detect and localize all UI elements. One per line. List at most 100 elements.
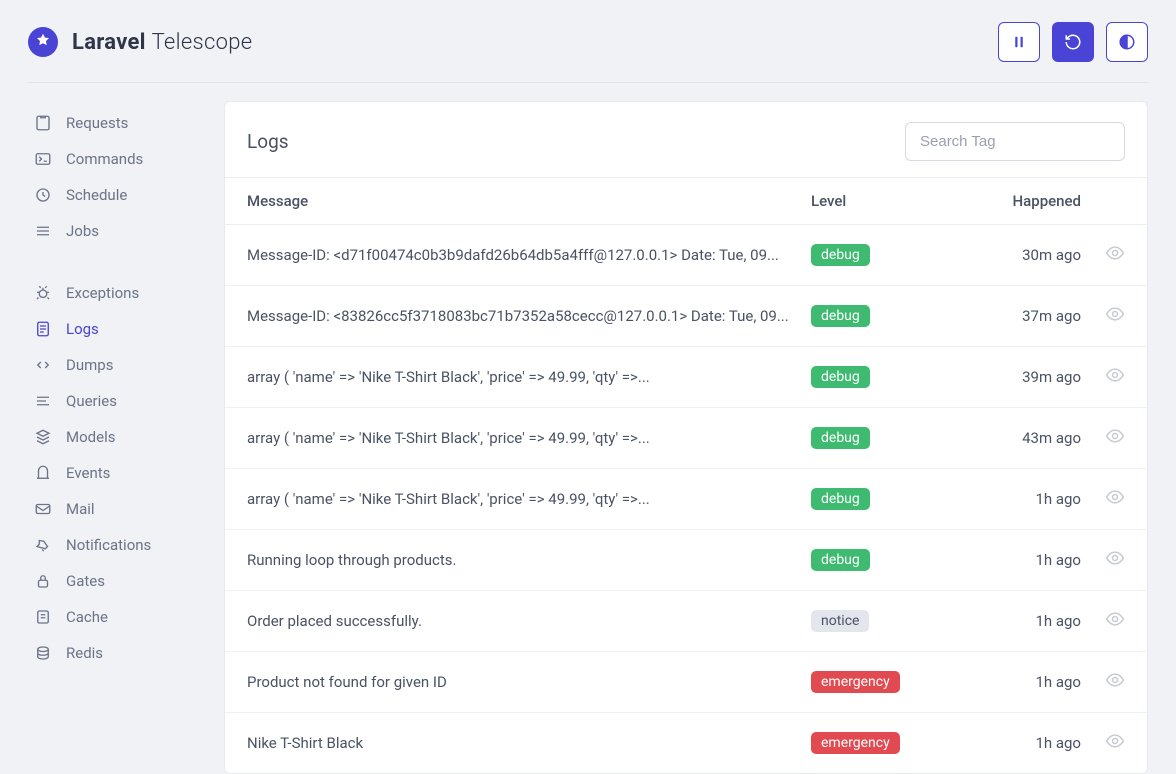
col-happened: Happened	[941, 192, 1081, 210]
sidebar-item-redis[interactable]: Redis	[28, 635, 200, 671]
sidebar-item-events[interactable]: Events	[28, 455, 200, 491]
sidebar-item-label: Requests	[66, 114, 128, 132]
bug-icon	[34, 284, 52, 302]
row-happened: 43m ago	[941, 429, 1081, 447]
sidebar-item-label: Gates	[66, 572, 105, 590]
bell-icon	[34, 536, 52, 554]
level-badge: emergency	[811, 671, 900, 693]
view-icon[interactable]	[1081, 243, 1125, 267]
view-icon[interactable]	[1081, 426, 1125, 450]
row-happened: 1h ago	[941, 734, 1081, 752]
terminal-icon	[34, 150, 52, 168]
table-row: array ( 'name' => 'Nike T-Shirt Black', …	[225, 347, 1147, 408]
table-row: Message-ID: <83826cc5f3718083bc71b7352a5…	[225, 286, 1147, 347]
sidebar-item-schedule[interactable]: Schedule	[28, 177, 200, 213]
view-icon[interactable]	[1081, 609, 1125, 633]
view-icon[interactable]	[1081, 731, 1125, 755]
lock-icon	[34, 572, 52, 590]
sidebar-item-requests[interactable]: Requests	[28, 105, 200, 141]
header: Laravel Telescope	[28, 0, 1148, 83]
sidebar-item-dumps[interactable]: Dumps	[28, 347, 200, 383]
clock-icon	[34, 186, 52, 204]
row-message: Order placed successfully.	[247, 612, 811, 630]
row-message: Product not found for given ID	[247, 673, 811, 691]
jobs-icon	[34, 222, 52, 240]
row-happened: 37m ago	[941, 307, 1081, 325]
sidebar-item-queries[interactable]: Queries	[28, 383, 200, 419]
table-row: Order placed successfully.notice 1h ago	[225, 591, 1147, 652]
telescope-logo-icon	[28, 27, 58, 57]
level-badge: debug	[811, 488, 870, 510]
level-badge: debug	[811, 366, 870, 388]
row-message: Running loop through products.	[247, 551, 811, 569]
row-happened: 39m ago	[941, 368, 1081, 386]
refresh-button[interactable]	[1052, 22, 1094, 62]
sidebar-item-models[interactable]: Models	[28, 419, 200, 455]
row-message: array ( 'name' => 'Nike T-Shirt Black', …	[247, 490, 811, 508]
sidebar-item-logs[interactable]: Logs	[28, 311, 200, 347]
sidebar-item-cache[interactable]: Cache	[28, 599, 200, 635]
view-icon[interactable]	[1081, 487, 1125, 511]
events-icon	[34, 464, 52, 482]
sidebar-item-exceptions[interactable]: Exceptions	[28, 275, 200, 311]
sidebar-item-mail[interactable]: Mail	[28, 491, 200, 527]
brand[interactable]: Laravel Telescope	[28, 27, 252, 57]
level-badge: debug	[811, 427, 870, 449]
redis-icon	[34, 644, 52, 662]
table-body: Message-ID: <d71f00474c0b3b9dafd26b64db5…	[225, 225, 1147, 773]
level-badge: notice	[811, 610, 869, 632]
view-icon[interactable]	[1081, 365, 1125, 389]
view-icon[interactable]	[1081, 304, 1125, 328]
table-row: Running loop through products.debug 1h ag…	[225, 530, 1147, 591]
queries-icon	[34, 392, 52, 410]
brand-title: Laravel Telescope	[72, 30, 252, 55]
requests-icon	[34, 114, 52, 132]
col-message: Message	[247, 192, 811, 210]
view-icon[interactable]	[1081, 670, 1125, 694]
sidebar-item-label: Events	[66, 464, 110, 482]
code-icon	[34, 356, 52, 374]
sidebar-item-gates[interactable]: Gates	[28, 563, 200, 599]
sidebar-item-label: Cache	[66, 608, 108, 626]
row-happened: 1h ago	[941, 551, 1081, 569]
search-input[interactable]	[905, 122, 1125, 161]
theme-button[interactable]	[1106, 22, 1148, 62]
level-badge: debug	[811, 549, 870, 571]
row-message: Message-ID: <83826cc5f3718083bc71b7352a5…	[247, 307, 811, 325]
sidebar: Requests Commands Schedule Jobs Exceptions Lo…	[28, 101, 200, 697]
sidebar-item-label: Logs	[66, 320, 99, 338]
panel-title: Logs	[247, 130, 289, 153]
sidebar-item-label: Models	[66, 428, 115, 446]
row-happened: 1h ago	[941, 673, 1081, 691]
level-badge: emergency	[811, 732, 900, 754]
row-happened: 1h ago	[941, 612, 1081, 630]
sidebar-item-notifications[interactable]: Notifications	[28, 527, 200, 563]
col-level: Level	[811, 192, 941, 210]
sidebar-item-jobs[interactable]: Jobs	[28, 213, 200, 249]
table-row: Product not found for given IDemergency 1…	[225, 652, 1147, 713]
row-message: Message-ID: <d71f00474c0b3b9dafd26b64db5…	[247, 246, 811, 264]
header-actions	[998, 22, 1148, 62]
row-message: array ( 'name' => 'Nike T-Shirt Black', …	[247, 368, 811, 386]
log-icon	[34, 320, 52, 338]
logs-panel: Logs Message Level Happened Message-ID: …	[224, 101, 1148, 774]
sidebar-item-commands[interactable]: Commands	[28, 141, 200, 177]
level-badge: debug	[811, 305, 870, 327]
row-happened: 30m ago	[941, 246, 1081, 264]
sidebar-item-label: Schedule	[66, 186, 127, 204]
table-header: Message Level Happened	[225, 177, 1147, 225]
row-happened: 1h ago	[941, 490, 1081, 508]
sidebar-item-label: Queries	[66, 392, 117, 410]
sidebar-item-label: Mail	[66, 500, 95, 518]
sidebar-item-label: Notifications	[66, 536, 151, 554]
sidebar-item-label: Dumps	[66, 356, 113, 374]
row-message: array ( 'name' => 'Nike T-Shirt Black', …	[247, 429, 811, 447]
level-badge: debug	[811, 244, 870, 266]
sidebar-item-label: Commands	[66, 150, 143, 168]
pause-button[interactable]	[998, 22, 1040, 62]
cache-icon	[34, 608, 52, 626]
models-icon	[34, 428, 52, 446]
table-row: array ( 'name' => 'Nike T-Shirt Black', …	[225, 469, 1147, 530]
sidebar-item-label: Jobs	[66, 222, 99, 240]
view-icon[interactable]	[1081, 548, 1125, 572]
